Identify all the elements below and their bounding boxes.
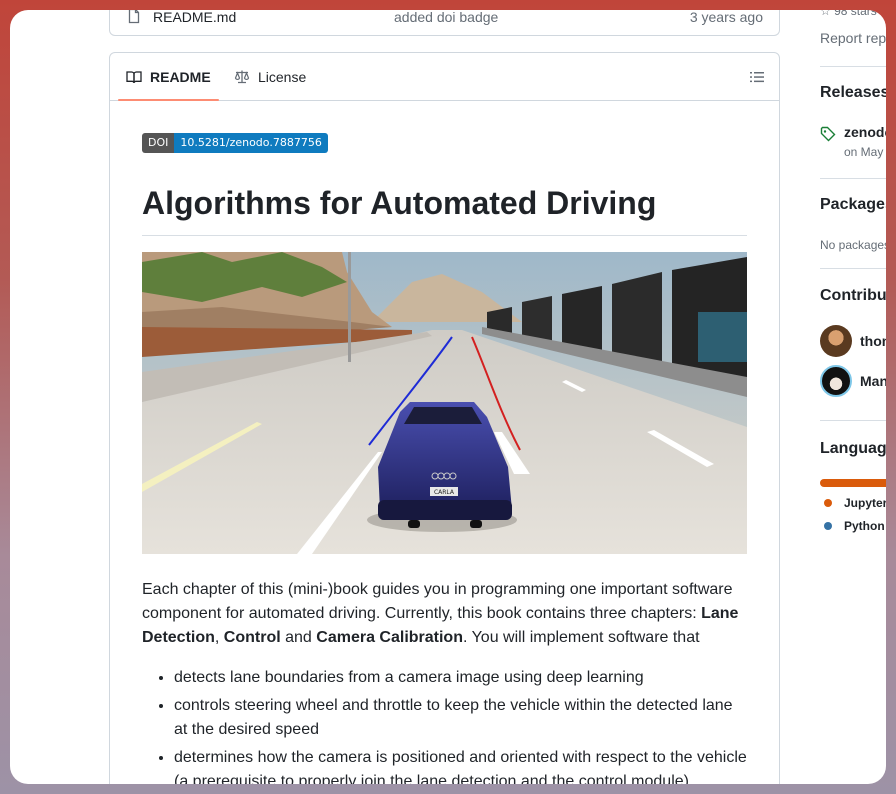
file-row[interactable]: README.md added doi badge 3 years ago	[109, 10, 780, 36]
language-dot	[824, 499, 832, 507]
release-date: on May	[844, 145, 884, 159]
intro-paragraph: Each chapter of this (mini-)book guides …	[142, 578, 747, 650]
list-item: detects lane boundaries from a camera im…	[174, 666, 747, 690]
tab-readme[interactable]: README	[118, 53, 219, 101]
chapter-control: Control	[223, 629, 281, 646]
language-bar	[820, 479, 886, 487]
releases-heading[interactable]: Releases	[820, 84, 886, 102]
book-icon	[126, 71, 142, 84]
readme-panel: README License DOI 10.5281/zenodo.788775…	[109, 52, 780, 784]
doi-badge[interactable]: DOI 10.5281/zenodo.7887756	[142, 133, 328, 153]
language-item[interactable]: Jupyter Notebook	[820, 496, 886, 510]
contributor-name[interactable]: ManuelSchneider	[860, 373, 886, 389]
intro-text-1: Each chapter of this (mini-)book guides …	[142, 581, 733, 622]
commit-message-link[interactable]: added doi badge	[394, 10, 498, 25]
commit-age: 3 years ago	[689, 10, 763, 25]
stars-stat[interactable]: ☆ 98 stars	[820, 10, 886, 18]
readme-tabbar: README License	[110, 53, 779, 101]
avatar[interactable]	[820, 325, 852, 357]
list-item: determines how the camera is positioned …	[174, 746, 747, 784]
language-item[interactable]: Python	[820, 519, 886, 533]
packages-empty-text: No packages published	[820, 238, 886, 252]
language-name: Jupyter Notebook	[844, 496, 886, 510]
browser-window: README.md added doi badge 3 years ago RE…	[10, 10, 886, 784]
contributors-heading[interactable]: Contributors	[820, 287, 886, 305]
scale-icon	[234, 70, 250, 84]
avatar[interactable]	[820, 365, 852, 397]
tag-icon	[820, 126, 836, 142]
chapter-camera-calibration: Camera Calibration	[316, 629, 463, 646]
star-icon: ☆	[820, 10, 831, 18]
readme-title: Algorithms for Automated Driving	[142, 183, 747, 236]
list-icon	[750, 72, 764, 83]
doi-badge-value: 10.5281/zenodo.7887756	[174, 133, 328, 153]
intro-sep-2: and	[280, 629, 317, 646]
tab-readme-label: README	[150, 69, 211, 85]
outline-button[interactable]	[745, 65, 769, 89]
packages-heading[interactable]: Packages	[820, 196, 886, 214]
language-dot	[824, 522, 832, 530]
feature-list: detects lane boundaries from a camera im…	[142, 666, 747, 784]
release-name[interactable]: zenodo	[844, 124, 886, 140]
contributor-name[interactable]: thomasfermi	[860, 333, 886, 349]
stars-count: 98 stars	[834, 10, 877, 18]
carla-simulator-image: CARLA	[142, 252, 747, 554]
tab-license-label: License	[258, 69, 307, 85]
languages-heading: Languages	[820, 440, 886, 457]
intro-sep-1: ,	[214, 629, 224, 646]
tab-license[interactable]: License	[226, 53, 314, 101]
doi-badge-label: DOI	[142, 133, 175, 153]
list-item: controls steering wheel and throttle to …	[174, 694, 747, 742]
report-repository-link[interactable]: Report repository	[820, 30, 886, 46]
intro-text-2: . You will implement software that	[462, 629, 700, 646]
readme-content: DOI 10.5281/zenodo.7887756 Algorithms fo…	[142, 133, 747, 784]
license-plate-text: CARLA	[434, 489, 455, 496]
file-name-link[interactable]: README.md	[153, 10, 236, 25]
language-name: Python	[844, 519, 885, 533]
file-icon	[128, 10, 140, 24]
